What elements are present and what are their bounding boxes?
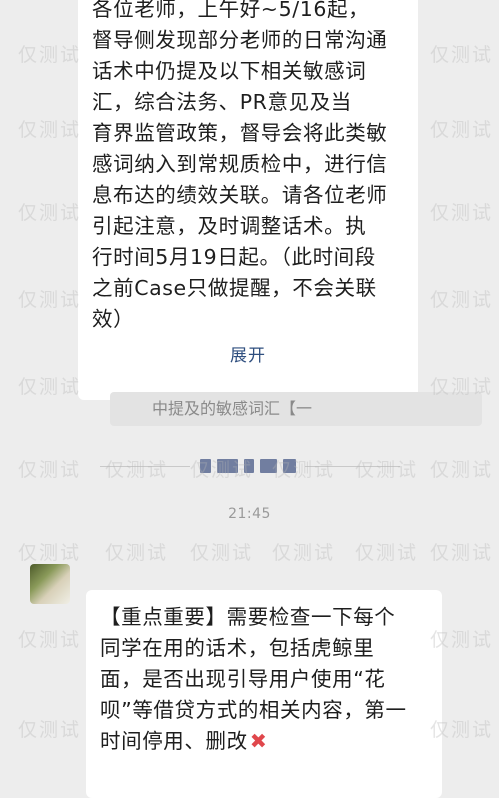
quoted-text: 中提及的敏感词汇【一 [152, 399, 313, 418]
watermark-text: 仅测试 [18, 289, 82, 311]
message-bubble-2[interactable]: 【重点重要】需要检查一下每个 同学在用的话术，包括虎鲸里 面，是否出现引导用户使… [86, 590, 442, 798]
message-text: 【重点重要】需要检查一下每个 同学在用的话术，包括虎鲸里 面，是否出现引导用户使… [100, 602, 436, 757]
red-x-icon: ✖ [249, 729, 268, 753]
message-line: 面，是否出现引导用户使用“花 [100, 667, 386, 691]
watermark-text: 仅测试 [18, 376, 82, 398]
avatar[interactable] [30, 564, 70, 604]
watermark-text: 仅测试 [272, 542, 336, 564]
redacted-block [282, 459, 296, 473]
redacted-block [259, 459, 277, 473]
message-line: 各位老师，上午好~5/16起， [92, 0, 370, 21]
redacted-block [200, 459, 212, 473]
message-line: 呗”等借贷方式的相关内容，第一 [100, 698, 407, 722]
watermark-text: 仅测试 [18, 719, 82, 741]
watermark-text: 仅测试 [18, 119, 82, 141]
message-timestamp: 21:45 [228, 506, 271, 522]
message-text: 各位老师，上午好~5/16起， 督导侧发现部分老师的日常沟通 话术中仍提及以下相… [92, 0, 418, 335]
message-line: 汇，综合法务、PR意见及当 [92, 90, 352, 114]
message-line: 【重点重要】需要检查一下每个 [100, 605, 396, 629]
message-line: 时间停用、删改✖ [100, 726, 436, 757]
watermark-text: 仅测试 [430, 289, 494, 311]
expand-button[interactable]: 展开 [230, 341, 266, 372]
message-line: 之前Case只做提醒，不会关联 [92, 276, 377, 300]
watermark-text: 仅测试 [355, 542, 419, 564]
watermark-text: 仅测试 [18, 629, 82, 651]
message-line: 效） [92, 307, 135, 331]
system-divider [0, 452, 499, 480]
message-line-text: 时间停用、删改 [100, 729, 248, 753]
watermark-text: 仅测试 [105, 542, 169, 564]
message-line: 话术中仍提及以下相关敏感词 [92, 59, 367, 83]
message-line: 育界监管政策，督导会将此类敏 [92, 121, 388, 145]
watermark-text: 仅测试 [18, 542, 82, 564]
divider-line-left [100, 466, 190, 467]
message-line: 引起注意，及时调整话术。执 [92, 214, 367, 238]
divider-line-right [305, 466, 400, 467]
message-line: 息布达的绩效关联。请各位老师 [92, 183, 388, 207]
watermark-text: 仅测试 [190, 542, 254, 564]
message-line: 同学在用的话术，包括虎鲸里 [100, 636, 375, 660]
message-line: 行时间5月19日起。（此时间段 [92, 245, 376, 269]
watermark-text: 仅测试 [430, 542, 494, 564]
watermark-text: 仅测试 [18, 202, 82, 224]
redacted-notice [200, 456, 296, 476]
quoted-preview[interactable]: 中提及的敏感词汇【一 [110, 392, 482, 426]
message-bubble-1[interactable]: 各位老师，上午好~5/16起， 督导侧发现部分老师的日常沟通 话术中仍提及以下相… [78, 0, 418, 400]
redacted-block [244, 459, 254, 473]
watermark-text: 仅测试 [430, 119, 494, 141]
redacted-block [217, 459, 239, 473]
watermark-text: 仅测试 [18, 44, 82, 66]
watermark-text: 仅测试 [430, 44, 494, 66]
message-line: 感词纳入到常规质检中，进行信 [92, 152, 388, 176]
message-line: 督导侧发现部分老师的日常沟通 [92, 28, 388, 52]
expand-bar: 展开 [78, 332, 418, 380]
watermark-text: 仅测试 [430, 202, 494, 224]
